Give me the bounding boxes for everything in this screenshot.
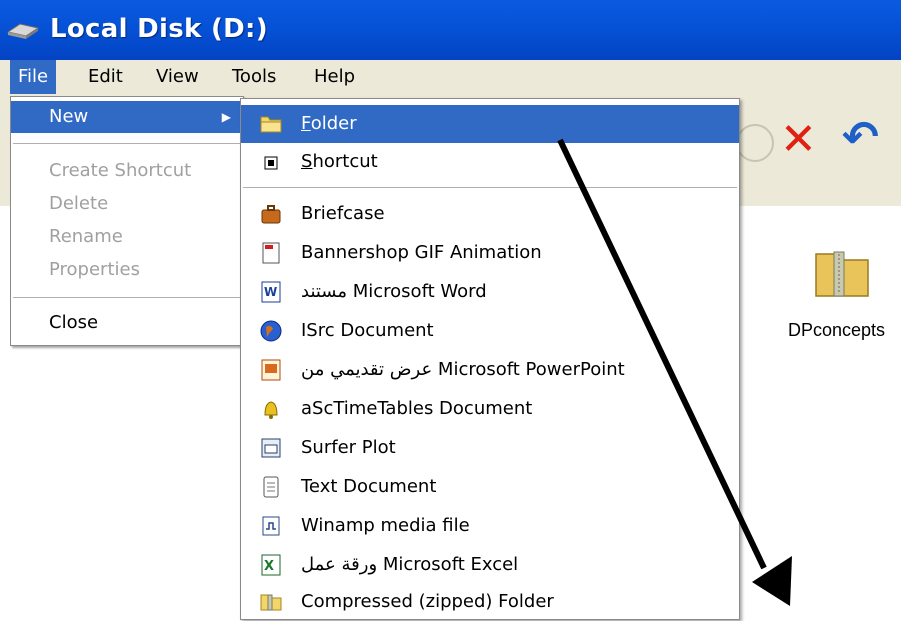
file-menu-create-shortcut[interactable]: Create Shortcut <box>11 155 243 187</box>
undo-icon[interactable]: ↶ <box>842 116 879 160</box>
file-menu: New ▶ Create Shortcut Delete Rename Prop… <box>10 96 244 346</box>
file-menu-delete[interactable]: Delete <box>11 188 243 220</box>
bannershop-label: Bannershop GIF Animation <box>301 242 542 263</box>
shortcut-label: hortcut <box>312 151 378 172</box>
menu-edit[interactable]: Edit <box>80 60 131 94</box>
menu-file[interactable]: File <box>10 60 57 94</box>
powerpoint-label: عرض تقديمي من Microsoft PowerPoint <box>301 359 625 380</box>
menu-view[interactable]: View <box>148 60 207 94</box>
new-zipped-folder-item[interactable]: Compressed (zipped) Folder <box>241 583 739 621</box>
new-winamp-item[interactable]: Winamp media file <box>241 507 739 545</box>
menu-bar: File Edit View Tools Help <box>0 60 901 96</box>
surfer-plot-icon <box>261 438 281 458</box>
drive-icon <box>6 23 40 39</box>
title-bar: Local Disk (D:) <box>0 0 901 60</box>
zip-folder-icon[interactable] <box>812 244 872 300</box>
shortcut-mnemonic: S <box>301 151 313 172</box>
menu-separator <box>13 143 241 144</box>
gif-animation-icon <box>262 242 280 264</box>
new-bannershop-item[interactable]: Bannershop GIF Animation <box>241 234 739 272</box>
file-menu-new[interactable]: New ▶ <box>11 101 243 133</box>
new-text-document-item[interactable]: Text Document <box>241 468 739 506</box>
menu-separator <box>243 187 737 188</box>
text-document-icon <box>263 476 279 498</box>
bell-icon <box>264 401 278 419</box>
winamp-label: Winamp media file <box>301 515 470 536</box>
file-menu-close[interactable]: Close <box>11 307 243 339</box>
folder-label: older <box>310 113 357 134</box>
folder-icon <box>260 116 282 133</box>
menu-separator <box>13 297 241 298</box>
properties-icon[interactable] <box>736 124 774 162</box>
file-menu-properties[interactable]: Properties <box>11 254 243 286</box>
excel-icon: X <box>261 554 281 576</box>
new-word-item[interactable]: W مستند Microsoft Word <box>241 273 739 311</box>
isrc-label: ISrc Document <box>301 320 434 341</box>
word-label: مستند Microsoft Word <box>301 281 487 302</box>
submenu-arrow-icon: ▶ <box>221 110 231 124</box>
svg-text:W: W <box>264 285 277 299</box>
briefcase-icon <box>261 205 281 224</box>
new-excel-item[interactable]: X ورقة عمل Microsoft Excel <box>241 546 739 584</box>
delete-icon[interactable]: ✕ <box>780 118 817 162</box>
new-shortcut-item[interactable]: Shortcut <box>241 143 739 181</box>
new-folder-item[interactable]: Folder <box>241 105 739 143</box>
text-document-label: Text Document <box>301 476 437 497</box>
new-submenu: Folder Shortcut Briefcase Bannershop GIF… <box>240 98 740 620</box>
excel-label: ورقة عمل Microsoft Excel <box>301 554 519 575</box>
shortcut-icon <box>264 156 278 170</box>
svg-text:X: X <box>264 559 274 574</box>
winamp-icon <box>262 516 280 536</box>
surfer-plot-label: Surfer Plot <box>301 437 396 458</box>
globe-icon <box>260 320 282 342</box>
briefcase-label: Briefcase <box>301 203 385 224</box>
folder-mnemonic: F <box>301 113 311 134</box>
new-asctimetables-item[interactable]: aScTimeTables Document <box>241 390 739 428</box>
new-isrc-item[interactable]: ISrc Document <box>241 312 739 350</box>
zipped-folder-icon <box>260 594 282 611</box>
window-title: Local Disk (D:) <box>50 14 268 44</box>
new-surfer-plot-item[interactable]: Surfer Plot <box>241 429 739 467</box>
word-icon: W <box>261 281 281 303</box>
menu-tools[interactable]: Tools <box>224 60 284 94</box>
folder-label[interactable]: DPconcepts <box>788 320 885 341</box>
new-briefcase-item[interactable]: Briefcase <box>241 195 739 233</box>
file-menu-new-label: New <box>49 106 89 127</box>
new-powerpoint-item[interactable]: عرض تقديمي من Microsoft PowerPoint <box>241 351 739 389</box>
powerpoint-icon <box>261 359 281 381</box>
asctimetables-label: aScTimeTables Document <box>301 398 533 419</box>
file-menu-rename[interactable]: Rename <box>11 221 243 253</box>
zipped-folder-label: Compressed (zipped) Folder <box>301 591 554 612</box>
menu-help[interactable]: Help <box>306 60 363 94</box>
